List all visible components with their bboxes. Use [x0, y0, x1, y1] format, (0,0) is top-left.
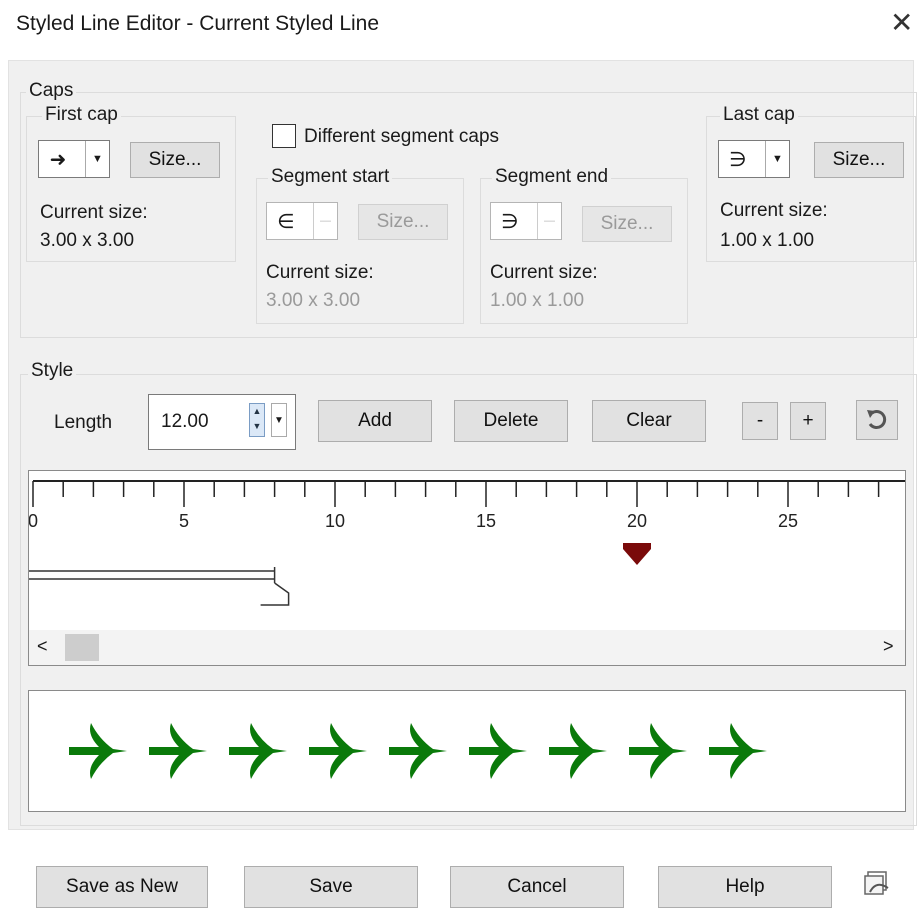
last-cap-current-size-value: 1.00 x 1.00 — [720, 230, 815, 251]
window-title: Styled Line Editor - Current Styled Line — [16, 12, 380, 35]
segment-end-cap — [260, 582, 290, 606]
chevron-down-icon: ▼ — [85, 141, 109, 177]
segment-end-size-button[interactable]: Size... — [582, 206, 672, 242]
spin-up-down-icon[interactable]: ▲ ▼ — [249, 403, 265, 437]
arrow-cap-icon — [229, 723, 287, 779]
chevron-down-icon: ▼ — [765, 141, 789, 177]
preview-canvas — [69, 723, 767, 779]
ruler: 0 5 10 15 20 25 — [29, 480, 905, 606]
last-cap-size-button[interactable]: Size... — [814, 142, 904, 178]
ruler-label: 20 — [627, 511, 647, 531]
length-value: 12.00 — [161, 411, 209, 432]
ruler-label: 5 — [179, 511, 189, 531]
first-cap-legend: First cap — [42, 104, 121, 126]
arrow-cap-icon — [149, 723, 207, 779]
last-cap-combo[interactable]: ∋ ▼ — [718, 140, 790, 178]
close-icon[interactable]: ✕ — [890, 6, 913, 39]
length-spinbox[interactable]: 12.00 ▲ ▼ ▼ — [148, 394, 296, 450]
scroll-right-icon[interactable]: > — [883, 636, 894, 657]
cancel-button[interactable]: Cancel — [450, 866, 624, 908]
segment-end-current-size-value: 1.00 x 1.00 — [490, 290, 585, 311]
presets-button[interactable] — [862, 868, 894, 900]
arrow-cap-icon — [629, 723, 687, 779]
save-as-new-button[interactable]: Save as New — [36, 866, 208, 908]
save-button[interactable]: Save — [244, 866, 418, 908]
ruler-label: 15 — [476, 511, 496, 531]
first-cap-current-size-value: 3.00 x 3.00 — [40, 230, 135, 251]
segment-end-legend: Segment end — [492, 166, 612, 188]
first-cap-size-button[interactable]: Size... — [130, 142, 220, 178]
arrow-cap-icon — [709, 723, 767, 779]
line-preview — [28, 690, 906, 812]
segment-start-size-button[interactable]: Size... — [358, 204, 448, 240]
chevron-down-icon: — — [537, 203, 561, 239]
ruler-label: 0 — [29, 511, 38, 531]
first-cap-current-size-label: Current size: — [40, 202, 148, 223]
help-button[interactable]: Help — [658, 866, 832, 908]
position-marker — [623, 543, 651, 565]
arrow-cap-icon — [69, 723, 127, 779]
segment-start-current-size-label: Current size: — [266, 262, 374, 283]
arrow-cap-icon — [389, 723, 447, 779]
zoom-in-button[interactable]: + — [790, 402, 826, 440]
add-button[interactable]: Add — [318, 400, 432, 442]
segment-start-cap-icon: ∈ — [277, 210, 295, 233]
arrow-cap-icon — [469, 723, 527, 779]
different-segment-caps-checkbox[interactable] — [272, 124, 296, 148]
first-cap-arrow-icon: ➜ — [49, 148, 67, 171]
ruler-label: 25 — [778, 511, 798, 531]
segment-end-cap-icon: ∋ — [501, 210, 519, 233]
chevron-down-icon[interactable]: ▼ — [271, 403, 287, 437]
arrow-cap-icon — [309, 723, 367, 779]
last-cap-current-size-label: Current size: — [720, 200, 828, 221]
scroll-left-icon[interactable]: < — [37, 636, 48, 657]
style-legend: Style — [28, 360, 77, 382]
zoom-out-button[interactable]: - — [742, 402, 778, 440]
segment-start-current-size-value: 3.00 x 3.00 — [266, 290, 361, 311]
segment-start-combo[interactable]: ∈ — — [266, 202, 338, 240]
reset-button[interactable] — [856, 400, 898, 440]
ruler-label: 10 — [325, 511, 345, 531]
segment-start-legend: Segment start — [268, 166, 393, 188]
arrow-cap-icon — [549, 723, 607, 779]
segment-end-current-size-label: Current size: — [490, 262, 598, 283]
length-label: Length — [54, 412, 113, 433]
presets-icon — [864, 871, 889, 895]
first-cap-combo[interactable]: ➜ ▼ — [38, 140, 110, 178]
chevron-down-icon: — — [313, 203, 337, 239]
horizontal-scrollbar[interactable]: < > — [29, 630, 905, 665]
last-cap-icon: ∋ — [729, 148, 747, 171]
scroll-thumb[interactable] — [65, 634, 99, 661]
segment-end-combo[interactable]: ∋ — — [490, 202, 562, 240]
reset-arrow-icon — [867, 410, 887, 429]
caps-legend: Caps — [26, 80, 77, 102]
different-segment-caps-label[interactable]: Different segment caps — [304, 126, 499, 148]
last-cap-legend: Last cap — [720, 104, 798, 126]
clear-button[interactable]: Clear — [592, 400, 706, 442]
delete-button[interactable]: Delete — [454, 400, 568, 442]
